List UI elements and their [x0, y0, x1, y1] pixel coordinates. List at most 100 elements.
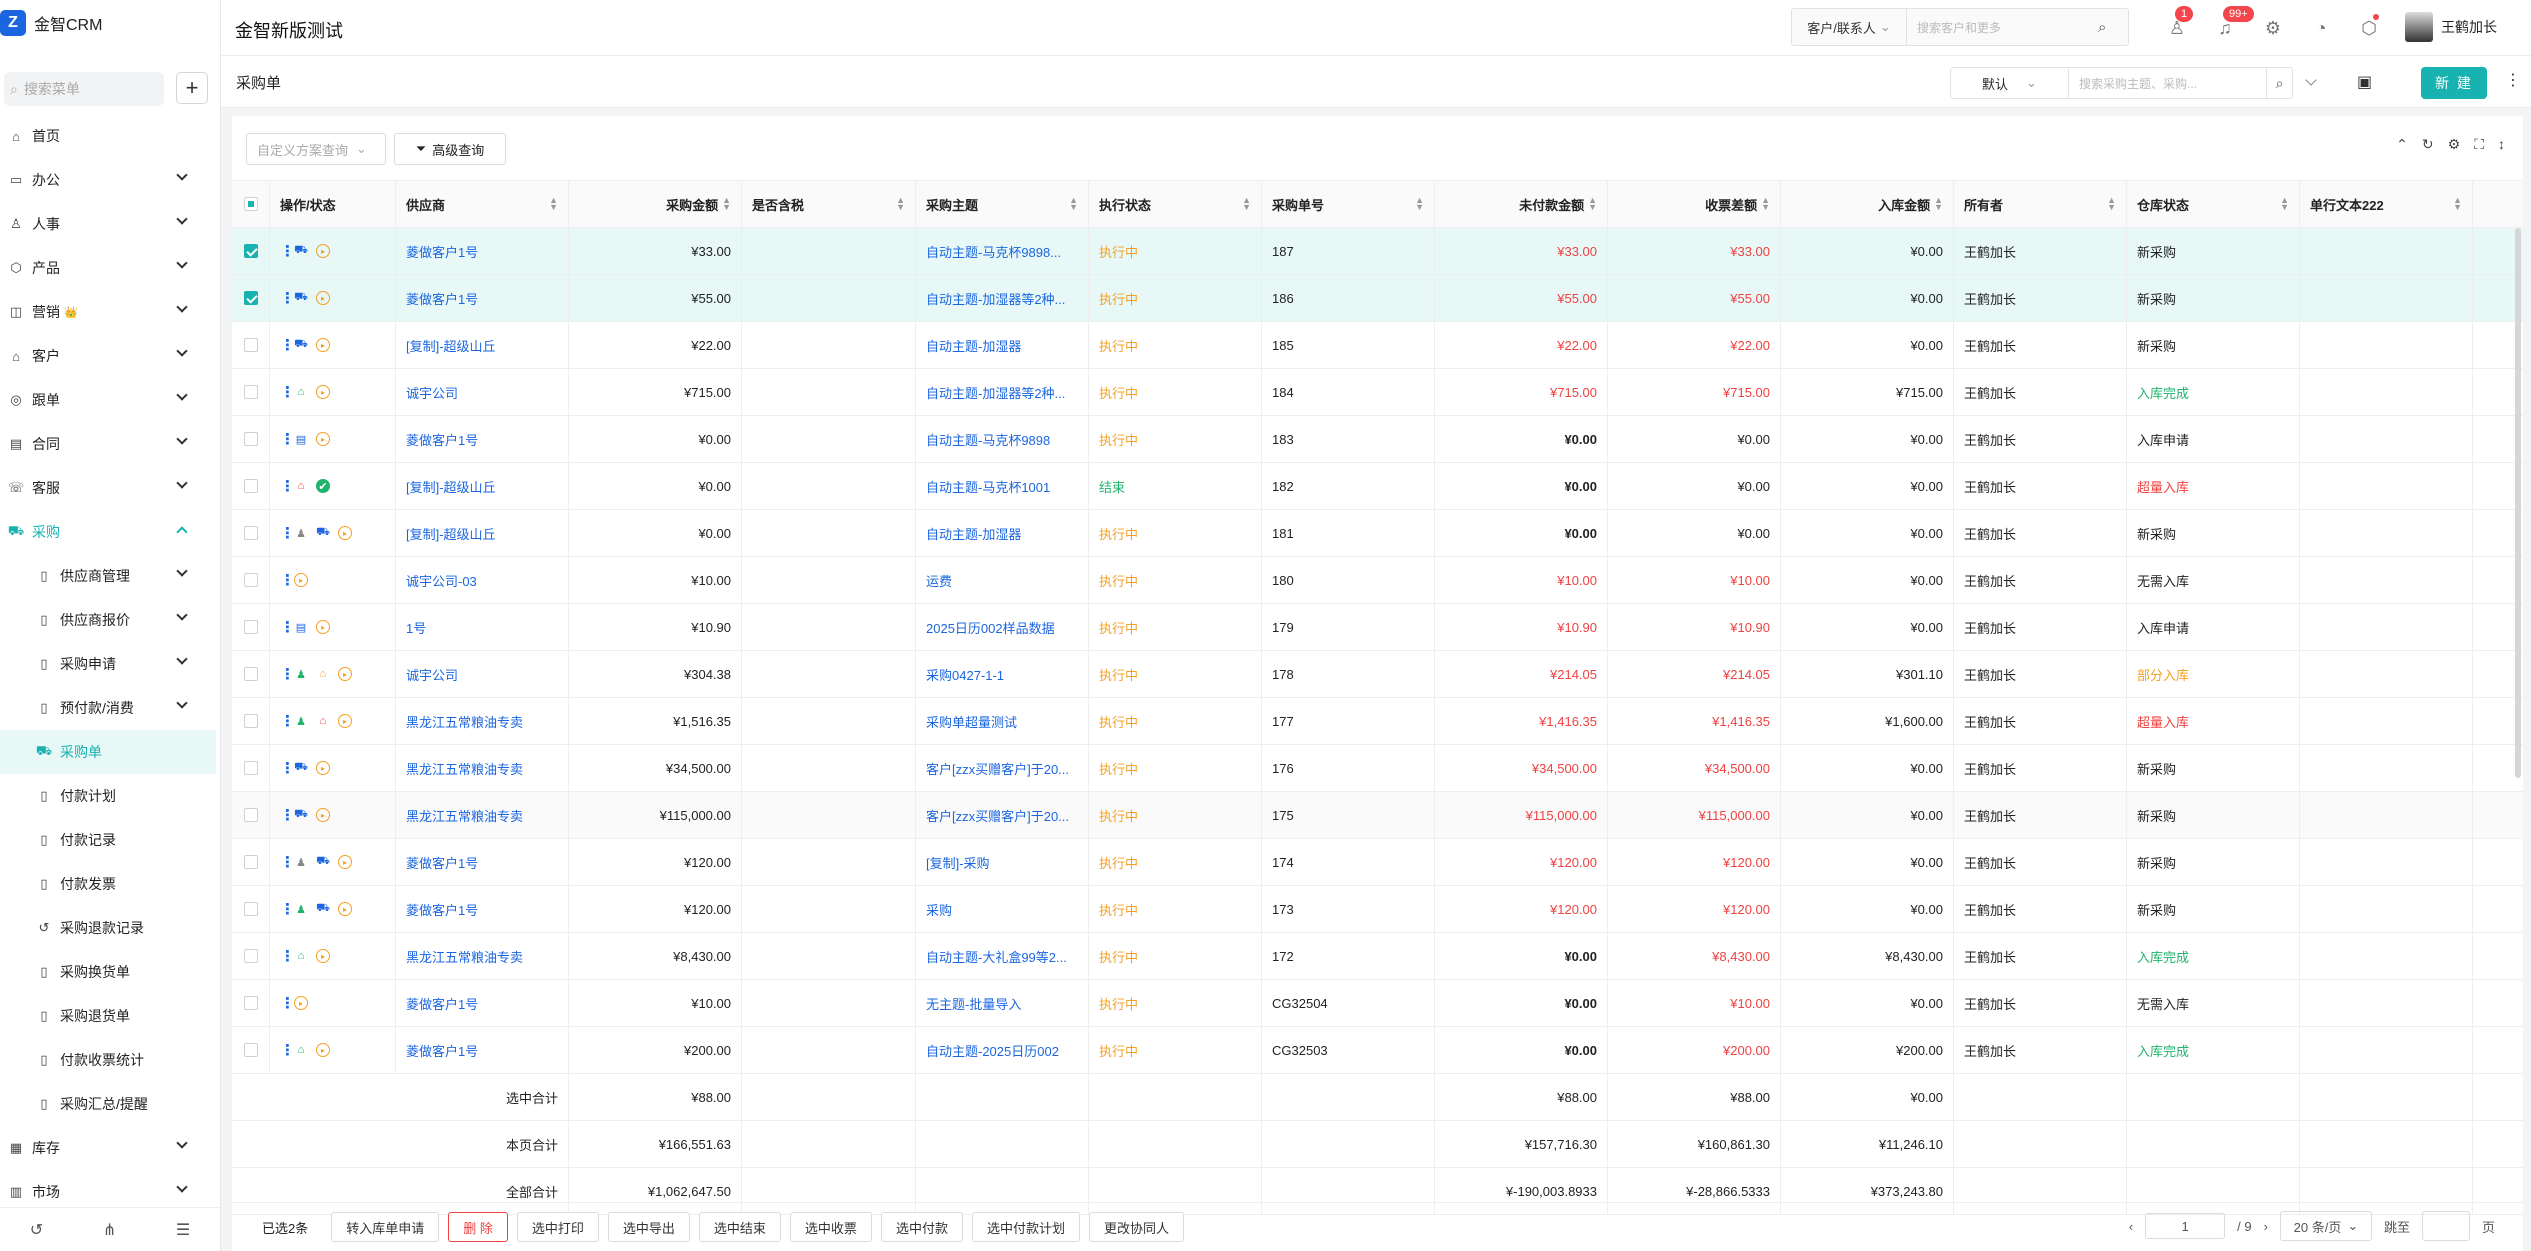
row-select-cell[interactable]	[232, 698, 270, 744]
sort-icon[interactable]: ▲ ▼	[1934, 196, 1943, 212]
supplier-link[interactable]: 黑龙江五常粮油专卖	[406, 712, 523, 731]
column-header[interactable]: 未付款金额 ▲ ▼	[1435, 181, 1608, 227]
row-checkbox[interactable]	[243, 573, 258, 587]
sidebar-item[interactable]: ▯ 付款收票统计	[0, 1038, 216, 1082]
column-header[interactable]: 操作/状态	[270, 181, 396, 227]
contacts-icon[interactable]: ♙ 1	[2153, 6, 2201, 44]
sidebar-item[interactable]: ⛟ 采购单	[0, 730, 216, 774]
sidebar-item[interactable]: ♙ 人事	[0, 202, 216, 246]
supplier-link[interactable]: 黑龙江五常粮油专卖	[406, 806, 523, 825]
supplier-link[interactable]: 菱做客户1号	[406, 1041, 478, 1060]
history-icon[interactable]: ↺	[30, 1220, 43, 1240]
sort-icon[interactable]: ▲ ▼	[1242, 196, 1251, 212]
cart-icon[interactable]: ⛟	[294, 244, 308, 258]
row-menu-icon[interactable]: ⋮	[280, 430, 295, 448]
sort-icon[interactable]: ▲ ▼	[1588, 196, 1597, 212]
select-all-checkbox[interactable]	[243, 197, 258, 211]
row-menu-icon[interactable]: ⋮	[280, 947, 295, 965]
bulk-action-button[interactable]: 选中付款计划	[971, 1212, 1080, 1242]
table-row[interactable]: ⋮ ▸ 菱做客户1号 ¥10.00 无主题-批量导入 执行中 CG32504 ¥0.00 ¥10…	[232, 980, 2523, 1027]
play-circle-icon[interactable]: ▸	[338, 855, 352, 869]
sidebar-item[interactable]: ⌂ 客户	[0, 334, 216, 378]
table-row[interactable]: ⋮ ▤ ▸ 菱做客户1号 ¥0.00 自动主题-马克杯9898 执行中 183 ¥0.00 ¥0.…	[232, 416, 2523, 463]
row-select-cell[interactable]	[232, 839, 270, 885]
sidebar-item[interactable]: ▯ 采购退货单	[0, 994, 216, 1038]
settings-icon[interactable]: ⚙	[2448, 136, 2461, 153]
play-circle-icon[interactable]: ▸	[338, 526, 352, 540]
row-height-icon[interactable]: ↕	[2498, 136, 2505, 153]
subject-link[interactable]: 自动主题-加湿器等2种...	[926, 289, 1065, 308]
table-row[interactable]: ⋮ ⛟ ▸ 菱做客户1号 ¥33.00 自动主题-马克杯9898... 执行中 187 ¥33.…	[232, 228, 2523, 275]
bulk-action-button[interactable]: 选中收票	[789, 1212, 872, 1242]
row-select-cell[interactable]	[232, 322, 270, 368]
subject-link[interactable]: 采购	[926, 900, 952, 919]
subject-link[interactable]: 采购0427-1-1	[926, 665, 1004, 684]
row-checkbox[interactable]	[243, 996, 258, 1010]
sidebar-item[interactable]: ⬡ 产品	[0, 246, 216, 290]
play-circle-icon[interactable]: ▸	[338, 714, 352, 728]
table-row[interactable]: ⋮ ⌂ ✔ [复制]-超级山丘 ¥0.00 自动主题-马克杯1001 结束 182 ¥0.00 ¥…	[232, 463, 2523, 510]
row-checkbox[interactable]	[243, 855, 258, 869]
row-menu-icon[interactable]: ⋮	[280, 336, 295, 354]
bell-icon[interactable]: ♫ 99+	[2201, 6, 2254, 44]
collapse-icon[interactable]: ⌃	[2396, 136, 2408, 153]
sidebar-item[interactable]: ⛟ 采购	[0, 510, 216, 554]
person-icon[interactable]: ♟	[294, 667, 308, 681]
subject-link[interactable]: 客户[zzx买赠客户]于20...	[926, 759, 1069, 778]
supplier-link[interactable]: 黑龙江五常粮油专卖	[406, 759, 523, 778]
table-row[interactable]: ⋮ ♟ ⌂ ▸ 黑龙江五常粮油专卖 ¥1,516.35 采购单超量测试 执行中 177 ¥1,41…	[232, 698, 2523, 745]
row-select-cell[interactable]	[232, 1027, 270, 1073]
subject-link[interactable]: 运费	[926, 571, 952, 590]
bulk-action-button[interactable]: 选中付款	[880, 1212, 963, 1242]
row-checkbox[interactable]	[243, 291, 258, 305]
document-icon[interactable]: ▤	[294, 432, 308, 446]
chart-icon[interactable]: ◔	[2297, 12, 2345, 44]
row-select-cell[interactable]	[232, 792, 270, 838]
supplier-link[interactable]: [复制]-超级山丘	[406, 477, 496, 496]
subject-link[interactable]: [复制]-采购	[926, 853, 990, 872]
sidebar-item[interactable]: ↺ 采购退款记录	[0, 906, 216, 950]
row-menu-icon[interactable]: ⋮	[280, 571, 295, 589]
play-circle-icon[interactable]: ▸	[316, 291, 330, 305]
warehouse-icon[interactable]: ⌂	[294, 1043, 308, 1057]
sidebar-item[interactable]: ▯ 供应商报价	[0, 598, 216, 642]
vertical-scrollbar[interactable]	[2515, 228, 2521, 778]
person-icon[interactable]: ♟	[294, 526, 308, 540]
sidebar-item[interactable]: ▯ 采购换货单	[0, 950, 216, 994]
subject-link[interactable]: 自动主题-马克杯9898	[926, 430, 1050, 449]
play-circle-icon[interactable]: ▸	[316, 808, 330, 822]
save-icon[interactable]: ▣	[2357, 72, 2372, 92]
supplier-link[interactable]: 诚宇公司	[406, 665, 458, 684]
table-row[interactable]: ⋮ ⛟ ▸ 黑龙江五常粮油专卖 ¥115,000.00 客户[zzx买赠客户]于20...…	[232, 792, 2523, 839]
row-menu-icon[interactable]: ⋮	[280, 665, 295, 683]
cart-icon[interactable]: ⛟	[294, 761, 308, 775]
table-row[interactable]: ⋮ ▸ 诚宇公司-03 ¥10.00 运费 执行中 180 ¥10.00 ¥10.00 ¥0.00…	[232, 557, 2523, 604]
table-row[interactable]: ⋮ ♟ ⛟ ▸ 菱做客户1号 ¥120.00 [复制]-采购 执行中 174 ¥120.00 ¥12…	[232, 839, 2523, 886]
gear-icon[interactable]: ⚙	[2249, 12, 2297, 44]
supplier-link[interactable]: 菱做客户1号	[406, 430, 478, 449]
supplier-link[interactable]: 诚宇公司-03	[406, 571, 477, 590]
person-icon[interactable]: ♟	[294, 902, 308, 916]
play-circle-icon[interactable]: ▸	[338, 902, 352, 916]
cart-icon[interactable]: ⛟	[294, 338, 308, 352]
row-menu-icon[interactable]: ⋮	[280, 242, 295, 260]
play-circle-icon[interactable]: ▸	[338, 667, 352, 681]
play-circle-icon[interactable]: ▸	[294, 996, 308, 1010]
sidebar-item[interactable]: ▯ 付款记录	[0, 818, 216, 862]
sort-icon[interactable]: ▲ ▼	[549, 196, 558, 212]
cart-icon[interactable]: ⛟	[316, 855, 330, 869]
subject-link[interactable]: 采购单超量测试	[926, 712, 1017, 731]
column-header[interactable]: 采购金额 ▲ ▼	[569, 181, 742, 227]
bulk-action-button[interactable]: 删 除	[448, 1212, 508, 1242]
warehouse-icon[interactable]: ⌂	[294, 385, 308, 399]
play-circle-icon[interactable]: ▸	[316, 949, 330, 963]
sidebar-item[interactable]: ▭ 办公	[0, 158, 216, 202]
supplier-link[interactable]: 菱做客户1号	[406, 242, 478, 261]
row-menu-icon[interactable]: ⋮	[280, 524, 295, 542]
column-header[interactable]: 供应商 ▲ ▼	[396, 181, 569, 227]
person-icon[interactable]: ♟	[294, 714, 308, 728]
row-checkbox[interactable]	[243, 714, 258, 728]
subject-link[interactable]: 自动主题-加湿器等2种...	[926, 383, 1065, 402]
row-checkbox[interactable]	[243, 244, 258, 258]
warehouse-icon[interactable]: ⌂	[294, 949, 308, 963]
